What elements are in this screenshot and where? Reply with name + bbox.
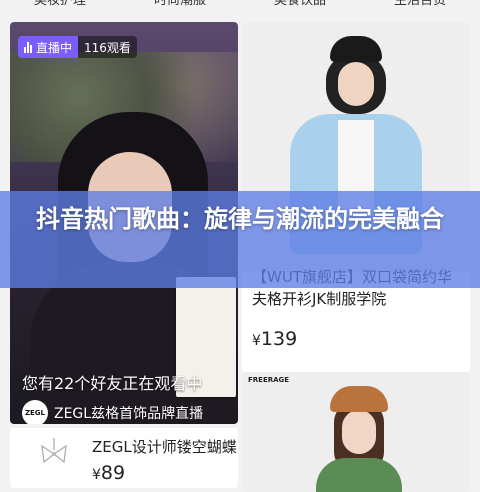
tab-beauty[interactable]: 美妆护理 — [34, 0, 86, 8]
tab-living[interactable]: 生活百货 — [394, 0, 446, 8]
currency-symbol: ¥ — [252, 333, 261, 349]
store-info[interactable]: ZEGL ZEGL兹格首饰品牌直播 — [22, 400, 203, 424]
sweater-shape — [316, 458, 402, 492]
product-image: FREERAGE — [242, 372, 470, 492]
model-face — [338, 62, 374, 106]
model-face — [342, 410, 376, 454]
product-title: ZEGL设计师镂空蝴蝶 — [92, 438, 237, 456]
viewer-count: 116观看 — [78, 36, 137, 58]
live-label: 直播中 — [36, 40, 73, 55]
product-card[interactable]: FREERAGE — [242, 372, 470, 492]
model-hat — [330, 386, 388, 412]
friends-watching-text: 您有22个好友正在观看中 — [22, 374, 203, 393]
product-price: ¥89 — [92, 462, 125, 484]
price-value: 139 — [260, 328, 298, 350]
category-tabs: 美妆护理 时尚潮服 美食饮品 生活百货 — [0, 0, 480, 8]
banner-title: 抖音热门歌曲：旋律与潮流的完美融合 — [36, 205, 444, 233]
store-logo: ZEGL — [22, 400, 48, 424]
live-bars-icon — [24, 41, 32, 53]
bow-earring-icon — [41, 438, 67, 464]
currency-symbol: ¥ — [92, 467, 101, 483]
product-price: ¥139 — [252, 328, 297, 350]
price-value: 89 — [100, 462, 126, 484]
product-card[interactable]: ZEGL设计师镂空蝴蝶 ¥89 — [10, 428, 238, 488]
live-badge: 直播中 116观看 — [18, 36, 137, 58]
tab-fashion[interactable]: 时尚潮服 — [154, 0, 206, 8]
tab-food[interactable]: 美食饮品 — [274, 0, 326, 8]
model-hat — [330, 36, 382, 62]
brand-logo: FREERAGE — [248, 376, 290, 384]
store-name: ZEGL兹格首饰品牌直播 — [54, 406, 204, 422]
